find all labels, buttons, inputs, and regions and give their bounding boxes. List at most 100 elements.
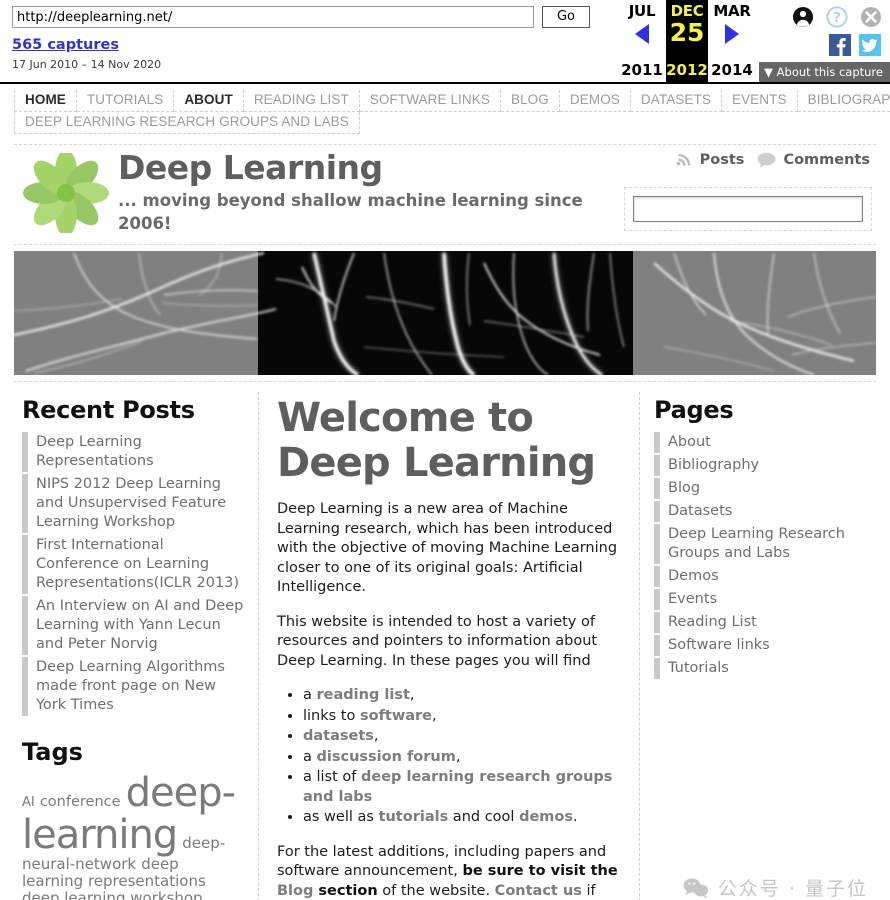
- help-icon[interactable]: ?: [826, 6, 848, 28]
- closing-bold-a: be sure to visit the: [462, 863, 618, 879]
- prev-capture-column[interactable]: JUL 2011: [618, 0, 666, 82]
- wayback-toolbar: Go 565 captures 17 Jun 2010 – 14 Nov 202…: [0, 0, 890, 84]
- comments-feed-link[interactable]: Comments: [783, 152, 870, 168]
- page-link[interactable]: Events: [668, 589, 717, 610]
- closing-paragraph: For the latest additions, including pape…: [277, 843, 621, 900]
- current-capture-column[interactable]: DEC 25 2012: [666, 0, 708, 82]
- tag-link[interactable]: AI: [22, 795, 35, 810]
- site-navigation: HOME TUTORIALS ABOUT READING LIST SOFTWARE L…: [0, 84, 890, 134]
- page-link[interactable]: About: [668, 432, 711, 453]
- about-this-capture-label: About this capture: [776, 65, 883, 79]
- recent-post-link[interactable]: First International Conference on Learni…: [36, 535, 244, 594]
- nav-item-deep-learning-research-groups-and-labs[interactable]: DEEP LEARNING RESEARCH GROUPS AND LABS: [14, 112, 360, 134]
- next-arrow-icon[interactable]: [725, 24, 739, 44]
- list-bullet-bar: [654, 635, 660, 656]
- wayback-left-panel: Go 565 captures 17 Jun 2010 – 14 Nov 202…: [0, 0, 620, 82]
- close-icon[interactable]: [860, 6, 882, 28]
- list-item: First International Conference on Learni…: [22, 535, 244, 594]
- resources-list: a reading list,links to software,dataset…: [277, 686, 621, 828]
- list-item: Blog: [654, 478, 868, 499]
- nav-item-bibliography[interactable]: BIBLIOGRAPHY: [797, 90, 890, 112]
- nav-item-datasets[interactable]: DATASETS: [630, 90, 722, 112]
- wayback-date-nav: JUL 2011 DEC 25 2012 MAR 2014: [618, 0, 756, 82]
- nav-item-blog[interactable]: BLOG: [500, 90, 560, 112]
- list-item: Deep Learning Algorithms made front page…: [22, 657, 244, 716]
- recent-post-link[interactable]: An Interview on AI and Deep Learning wit…: [36, 596, 244, 655]
- recent-post-link[interactable]: Deep Learning Algorithms made front page…: [36, 657, 244, 716]
- page-link[interactable]: Datasets: [668, 501, 732, 522]
- resource-link[interactable]: datasets: [303, 728, 374, 744]
- list-bullet-bar: [654, 501, 660, 522]
- page-link[interactable]: Software links: [668, 635, 770, 656]
- list-bullet-bar: [22, 657, 28, 716]
- resource-link[interactable]: discussion forum: [317, 749, 456, 765]
- tag-link[interactable]: deep learning workshop: [22, 889, 203, 900]
- prev-year-label: 2011: [621, 61, 663, 79]
- blog-link[interactable]: Blog: [277, 883, 313, 899]
- tag-link[interactable]: conference: [40, 794, 121, 810]
- closing-bold-b: section: [313, 882, 378, 899]
- facebook-icon[interactable]: [829, 34, 851, 56]
- url-input[interactable]: [12, 6, 534, 28]
- nav-item-tutorials[interactable]: TUTORIALS: [76, 90, 175, 112]
- next-capture-column[interactable]: MAR 2014: [708, 0, 756, 82]
- recent-posts-list: Deep Learning Representations NIPS 2012 D…: [22, 432, 244, 716]
- posts-feed-link[interactable]: Posts: [700, 152, 745, 168]
- list-bullet-bar: [654, 478, 660, 499]
- recent-posts-heading: Recent Posts: [22, 396, 195, 424]
- prev-month-label: JUL: [628, 2, 656, 20]
- nav-item-events[interactable]: EVENTS: [721, 90, 798, 112]
- recent-post-link[interactable]: NIPS 2012 Deep Learning and Unsupervised…: [36, 474, 244, 533]
- nav-row-secondary: DEEP LEARNING RESEARCH GROUPS AND LABS: [14, 112, 890, 134]
- go-button[interactable]: Go: [542, 6, 590, 28]
- site-logo[interactable]: [22, 150, 110, 236]
- user-icon[interactable]: [792, 6, 814, 28]
- resource-list-item: links to software,: [303, 707, 621, 727]
- resource-list-item: a discussion forum,: [303, 748, 621, 768]
- resource-list-item: a list of deep learning research groups …: [303, 768, 621, 807]
- site-header: Deep Learning ... moving beyond shallow …: [14, 144, 876, 236]
- search-input[interactable]: [633, 196, 863, 222]
- main-content: Welcome to Deep Learning Deep Learning i…: [258, 392, 640, 900]
- nav-item-reading-list[interactable]: READING LIST: [243, 90, 360, 112]
- list-item: Datasets: [654, 501, 868, 522]
- list-item: NIPS 2012 Deep Learning and Unsupervised…: [22, 474, 244, 533]
- recent-post-link[interactable]: Deep Learning Representations: [36, 432, 244, 472]
- resource-item-period: .: [572, 809, 578, 825]
- nav-item-software-links[interactable]: SOFTWARE LINKS: [359, 90, 501, 112]
- prev-arrow-icon[interactable]: [635, 24, 649, 44]
- nav-item-home[interactable]: HOME: [14, 90, 77, 112]
- site-title-block: Deep Learning ... moving beyond shallow …: [118, 149, 598, 235]
- svg-text:?: ?: [833, 11, 841, 26]
- page-link[interactable]: Deep Learning Research Groups and Labs: [668, 524, 868, 564]
- current-year-label: 2012: [666, 61, 708, 79]
- resource-link[interactable]: tutorials: [379, 809, 449, 825]
- page-link[interactable]: Blog: [668, 478, 700, 499]
- demos-link[interactable]: demos: [519, 809, 573, 825]
- page-link[interactable]: Reading List: [668, 612, 757, 633]
- list-item: Tutorials: [654, 658, 868, 679]
- resource-item-prefix: a: [303, 687, 317, 703]
- banner-neuron-artwork: [14, 251, 876, 375]
- resource-link[interactable]: reading list: [317, 687, 410, 703]
- page-link[interactable]: Tutorials: [668, 658, 729, 679]
- twitter-icon[interactable]: [859, 34, 881, 56]
- captures-link[interactable]: 565 captures: [12, 37, 119, 53]
- page-link[interactable]: Demos: [668, 566, 719, 587]
- list-bullet-bar: [654, 524, 660, 564]
- nav-item-about[interactable]: ABOUT: [174, 90, 244, 112]
- nav-item-demos[interactable]: DEMOS: [559, 90, 631, 112]
- resource-item-prefix: a list of: [303, 769, 361, 785]
- about-this-capture-button[interactable]: ▼ About this capture: [759, 62, 890, 82]
- contact-us-link[interactable]: Contact us: [495, 883, 582, 899]
- list-bullet-bar: [22, 474, 28, 533]
- pages-list: About Bibliography Blog Datasets Deep Learni…: [654, 432, 868, 679]
- resource-item-prefix: links to: [303, 707, 360, 724]
- resource-link[interactable]: software: [360, 708, 432, 724]
- resource-item-prefix: a: [303, 748, 317, 765]
- list-bullet-bar: [654, 658, 660, 679]
- page-link[interactable]: Bibliography: [668, 455, 759, 476]
- site-title[interactable]: Deep Learning: [118, 149, 598, 187]
- wayback-icon-row-social: [772, 34, 881, 56]
- intro-paragraph-1: Deep Learning is a new area of Machine L…: [277, 501, 618, 595]
